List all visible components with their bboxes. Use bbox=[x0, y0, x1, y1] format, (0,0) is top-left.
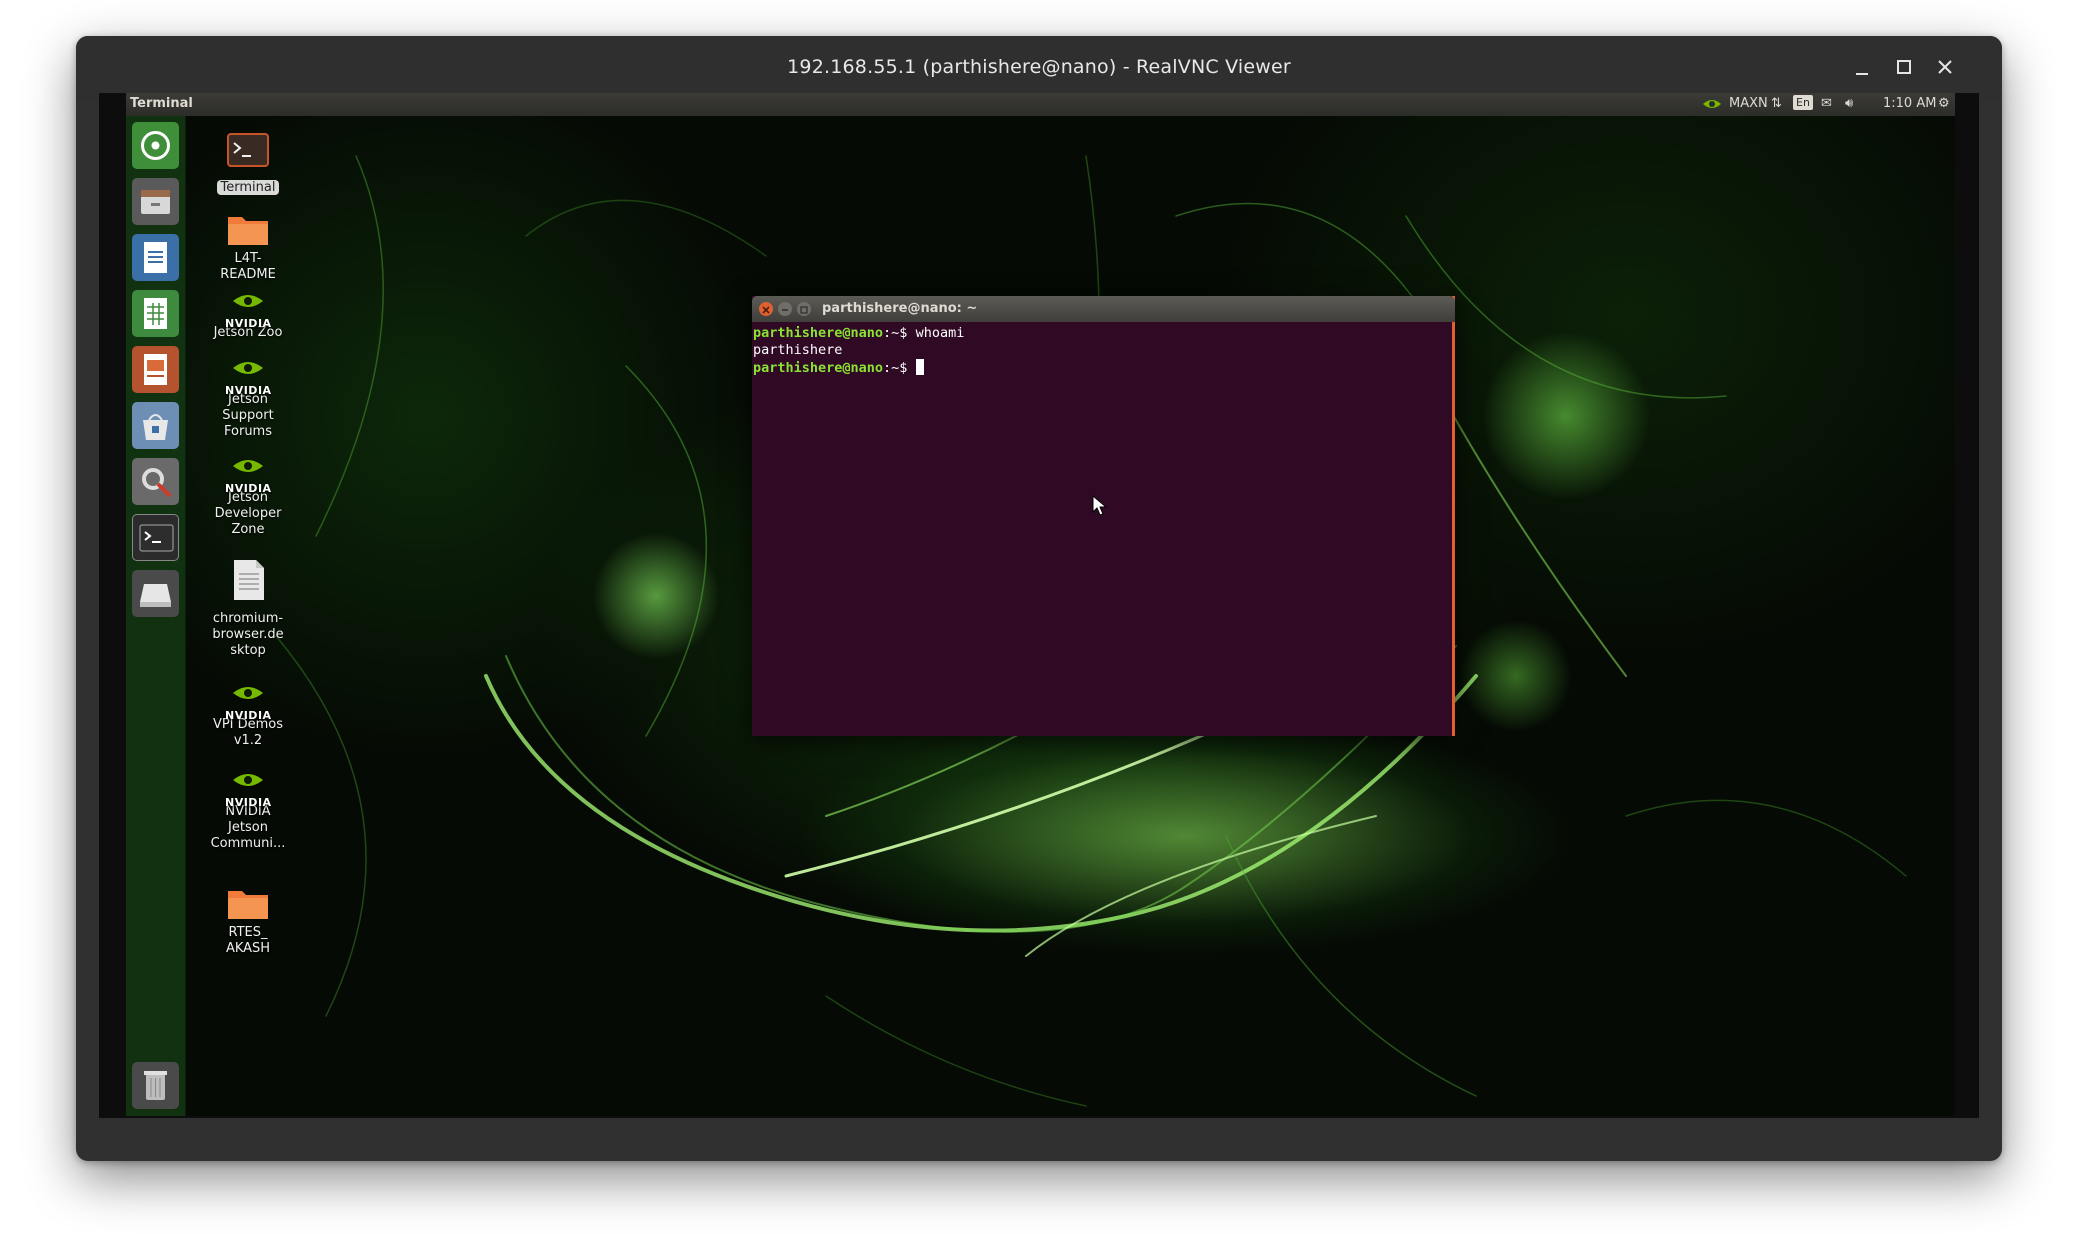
software-icon bbox=[143, 414, 168, 440]
desktop-icon-label: chromium-browser.desktop bbox=[212, 611, 284, 658]
launcher-settings-button[interactable] bbox=[132, 458, 179, 505]
nvidia-icon: NVIDIA bbox=[225, 456, 271, 495]
terminal-output[interactable]: parthishere@nano:~$ whoami parthishere p… bbox=[752, 322, 1452, 736]
terminal-titlebar[interactable]: parthishere@nano: ~ bbox=[752, 296, 1455, 322]
nvidia-icon[interactable] bbox=[1701, 96, 1723, 116]
minimize-icon bbox=[1856, 73, 1868, 75]
terminal-prompt: parthishere@nano bbox=[753, 325, 884, 341]
desktop-icon-label: L4T-README bbox=[220, 251, 276, 282]
mail-icon[interactable]: ✉ bbox=[1821, 96, 1832, 111]
terminal-minimize-button[interactable] bbox=[778, 302, 792, 316]
folder-icon bbox=[226, 211, 270, 247]
launcher-software-button[interactable] bbox=[132, 402, 179, 449]
text-cursor bbox=[915, 359, 924, 375]
vnc-viewer-window: 192.168.55.1 (parthishere@nano) - RealVN… bbox=[76, 36, 2002, 1161]
minimize-button[interactable] bbox=[1846, 50, 1880, 84]
terminal-path: :~$ bbox=[883, 325, 908, 341]
mouse-pointer-icon bbox=[1092, 495, 1108, 516]
desktop-icon-label: Jetson Developer Zone bbox=[214, 490, 282, 537]
vnc-titlebar[interactable]: 192.168.55.1 (parthishere@nano) - RealVN… bbox=[76, 36, 2002, 110]
desktop-icon-rtes-akash[interactable]: RTES_ AKASH bbox=[203, 885, 293, 957]
launcher-trash-button[interactable] bbox=[132, 1062, 179, 1109]
minimize-icon bbox=[782, 309, 788, 311]
desktop-icon-label: NVIDIA Jetson Communi... bbox=[210, 804, 286, 851]
close-icon bbox=[1938, 60, 1952, 74]
remote-desktop[interactable]: Terminal MAXN ⇅ En ✉ 🔊︎ 1:10 AM ⚙ Termin… bbox=[99, 93, 1979, 1118]
terminal-line: parthishere@nano:~$ whoami bbox=[753, 325, 1451, 342]
close-button[interactable] bbox=[1928, 50, 1962, 84]
files-icon bbox=[141, 190, 170, 214]
terminal-maximize-button[interactable] bbox=[797, 302, 811, 316]
launcher-calc-button[interactable] bbox=[132, 290, 179, 337]
desktop-icon-l4t-readme[interactable]: L4T-README bbox=[203, 211, 293, 283]
launcher-dash-button[interactable] bbox=[132, 122, 179, 169]
network-icon[interactable]: ⇅ bbox=[1771, 96, 1782, 111]
desktop-icon-label: Terminal bbox=[216, 180, 280, 195]
desktop-icon-label: Jetson Support Forums bbox=[222, 392, 274, 439]
settings-icon bbox=[142, 468, 172, 498]
terminal-title: parthishere@nano: ~ bbox=[822, 301, 978, 316]
trash-icon bbox=[144, 1071, 167, 1100]
calc-icon bbox=[144, 298, 167, 329]
file-icon bbox=[203, 558, 293, 607]
maximize-icon bbox=[800, 306, 808, 314]
launcher-terminal-button[interactable] bbox=[132, 514, 179, 561]
launcher-files-button[interactable] bbox=[132, 178, 179, 225]
desktop-icon-vpi-demos[interactable]: NVIDIA VPI Demos v1.2 bbox=[203, 683, 293, 749]
terminal-icon bbox=[139, 524, 174, 552]
desktop-icon-jetson-support-forums[interactable]: NVIDIA Jetson Support Forums bbox=[203, 358, 293, 440]
terminal-command bbox=[907, 360, 915, 376]
keyboard-layout-indicator[interactable]: En bbox=[1793, 95, 1813, 110]
terminal-command: whoami bbox=[907, 325, 965, 341]
clock[interactable]: 1:10 AM bbox=[1883, 96, 1936, 111]
folder-icon bbox=[226, 885, 270, 921]
terminal-line: parthishere bbox=[753, 342, 1451, 359]
launcher bbox=[126, 116, 186, 1116]
nvidia-icon: NVIDIA bbox=[225, 770, 271, 809]
drive-icon bbox=[140, 584, 171, 607]
dash-icon bbox=[141, 131, 170, 160]
window-title: 192.168.55.1 (parthishere@nano) - RealVN… bbox=[787, 56, 1291, 78]
desktop-icon-label: RTES_ AKASH bbox=[225, 925, 271, 956]
maximize-button[interactable] bbox=[1887, 50, 1921, 84]
writer-icon bbox=[144, 242, 167, 273]
terminal-prompt: parthishere@nano bbox=[753, 360, 884, 376]
volume-icon[interactable]: 🔊︎ bbox=[1845, 96, 1853, 111]
terminal-path: :~$ bbox=[883, 360, 908, 376]
desktop-icon-jetson-zoo[interactable]: NVIDIA Jetson Zoo bbox=[203, 291, 293, 341]
desktop-icon-chromium-browser[interactable]: chromium-browser.desktop bbox=[203, 558, 293, 659]
settings-gear-icon[interactable]: ⚙ bbox=[1938, 96, 1950, 111]
terminal-close-button[interactable] bbox=[759, 302, 773, 316]
maximize-icon bbox=[1897, 60, 1911, 74]
launcher-drive-button[interactable] bbox=[132, 570, 179, 617]
terminal-icon bbox=[203, 131, 293, 176]
launcher-impress-button[interactable] bbox=[132, 346, 179, 393]
terminal-output-text: parthishere bbox=[753, 342, 843, 358]
desktop-icon-terminal[interactable]: Terminal bbox=[203, 131, 293, 196]
launcher-writer-button[interactable] bbox=[132, 234, 179, 281]
nvidia-icon: NVIDIA bbox=[225, 683, 271, 722]
desktop-icon-jetson-developer-zone[interactable]: NVIDIA Jetson Developer Zone bbox=[203, 456, 293, 538]
panel-app-title: Terminal bbox=[130, 96, 193, 111]
terminal-line: parthishere@nano:~$ bbox=[753, 359, 1451, 377]
close-icon bbox=[762, 306, 770, 314]
top-panel: Terminal MAXN ⇅ En ✉ 🔊︎ 1:10 AM ⚙ bbox=[126, 93, 1955, 116]
desktop-icon-nvidia-jetson-community[interactable]: NVIDIA NVIDIA Jetson Communi... bbox=[203, 770, 293, 852]
nvidia-icon: NVIDIA bbox=[225, 291, 271, 330]
nvidia-icon: NVIDIA bbox=[225, 358, 271, 397]
power-mode-label[interactable]: MAXN bbox=[1729, 96, 1768, 111]
impress-icon bbox=[144, 354, 167, 385]
